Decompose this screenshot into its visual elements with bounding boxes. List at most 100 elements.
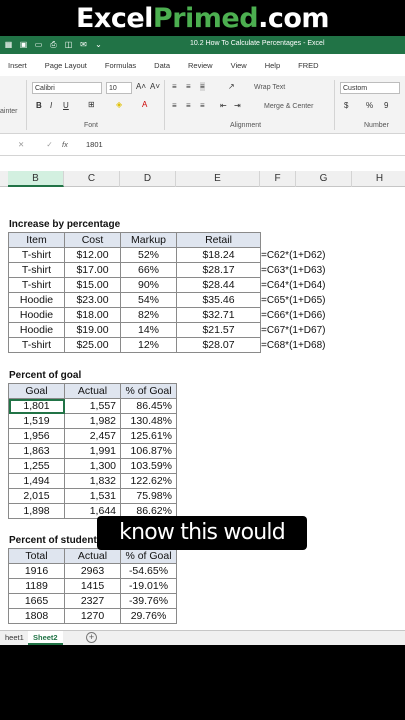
cell[interactable]: 12%: [120, 337, 177, 353]
cell[interactable]: 2963: [64, 563, 121, 579]
tab-page-layout[interactable]: Page Layout: [45, 61, 87, 70]
cell[interactable]: $21.57: [176, 322, 261, 338]
cell[interactable]: -39.76%: [120, 593, 177, 609]
cell[interactable]: 1,863: [8, 443, 65, 459]
cell[interactable]: 1808: [8, 608, 65, 624]
underline-button[interactable]: U: [63, 101, 69, 110]
cell[interactable]: 106.87%: [120, 443, 177, 459]
currency-button[interactable]: $: [344, 101, 348, 110]
cell[interactable]: 1916: [8, 563, 65, 579]
align-middle-icon[interactable]: ≡: [186, 82, 191, 91]
fx-icon[interactable]: fx: [62, 140, 68, 149]
cell[interactable]: 1415: [64, 578, 121, 594]
cell[interactable]: $23.00: [64, 292, 121, 308]
cell[interactable]: T-shirt: [8, 277, 65, 293]
cell[interactable]: 1,898: [8, 503, 65, 519]
cell[interactable]: 1,982: [64, 413, 121, 429]
cell[interactable]: 1,991: [64, 443, 121, 459]
wrap-text-button[interactable]: Wrap Text: [254, 84, 285, 91]
align-top-icon[interactable]: ≡: [172, 82, 177, 91]
save-icon[interactable]: ▣: [19, 40, 28, 50]
cell[interactable]: T-shirt: [8, 262, 65, 278]
column-header-d[interactable]: D: [120, 171, 176, 187]
preview-icon[interactable]: ◫: [64, 40, 73, 50]
selected-cell[interactable]: 1,801: [8, 398, 65, 414]
cell[interactable]: $28.44: [176, 277, 261, 293]
cell[interactable]: $19.00: [64, 322, 121, 338]
cell[interactable]: T-shirt: [8, 337, 65, 353]
cell[interactable]: 2,015: [8, 488, 65, 504]
column-header-e[interactable]: E: [176, 171, 260, 187]
column-header-b[interactable]: B: [8, 171, 64, 187]
formula-cancel-enter-icons[interactable]: ✕ ✓: [18, 140, 63, 149]
cell[interactable]: 2327: [64, 593, 121, 609]
tab-formulas[interactable]: Formulas: [105, 61, 136, 70]
cell[interactable]: 2,457: [64, 428, 121, 444]
number-format-select[interactable]: Custom: [340, 82, 400, 94]
cell[interactable]: 130.48%: [120, 413, 177, 429]
cell[interactable]: 103.59%: [120, 458, 177, 474]
cell[interactable]: 1,300: [64, 458, 121, 474]
tab-help[interactable]: Help: [265, 61, 280, 70]
cell[interactable]: Hoodie: [8, 307, 65, 323]
print-icon[interactable]: ⎙: [49, 40, 58, 50]
cell[interactable]: 1,956: [8, 428, 65, 444]
font-color-icon[interactable]: A: [142, 100, 147, 109]
cell[interactable]: 54%: [120, 292, 177, 308]
cell[interactable]: 1,519: [8, 413, 65, 429]
cell[interactable]: $12.00: [64, 247, 121, 263]
cell[interactable]: Hoodie: [8, 322, 65, 338]
cell[interactable]: $28.07: [176, 337, 261, 353]
sheet-tab-sheet2[interactable]: Sheet2: [28, 631, 63, 645]
italic-button[interactable]: I: [50, 101, 52, 110]
cell[interactable]: 122.62%: [120, 473, 177, 489]
folder-icon[interactable]: ▭: [34, 40, 43, 50]
cell[interactable]: 1,557: [64, 398, 121, 414]
formula-text[interactable]: =C65*(1+D65): [261, 295, 325, 306]
sheet-tab-sheet1[interactable]: heet1: [0, 631, 29, 645]
tab-review[interactable]: Review: [188, 61, 213, 70]
cell[interactable]: 82%: [120, 307, 177, 323]
align-bottom-icon[interactable]: ≡: [200, 82, 205, 91]
cell[interactable]: 52%: [120, 247, 177, 263]
column-header-g[interactable]: G: [296, 171, 352, 187]
align-left-icon[interactable]: ≡: [172, 101, 177, 110]
cell[interactable]: $18.24: [176, 247, 261, 263]
merge-center-button[interactable]: Merge & Center: [264, 103, 313, 110]
cell[interactable]: 125.61%: [120, 428, 177, 444]
cell[interactable]: 1,531: [64, 488, 121, 504]
cell[interactable]: -19.01%: [120, 578, 177, 594]
cell[interactable]: 75.98%: [120, 488, 177, 504]
cell[interactable]: $25.00: [64, 337, 121, 353]
align-center-icon[interactable]: ≡: [186, 101, 191, 110]
cell[interactable]: -54.65%: [120, 563, 177, 579]
formula-text[interactable]: =C63*(1+D63): [261, 265, 325, 276]
cell[interactable]: 14%: [120, 322, 177, 338]
shrink-font-button[interactable]: A˅: [150, 82, 160, 91]
cell[interactable]: $17.00: [64, 262, 121, 278]
cell[interactable]: 1665: [8, 593, 65, 609]
formula-text[interactable]: =C66*(1+D66): [261, 310, 325, 321]
cell[interactable]: T-shirt: [8, 247, 65, 263]
tab-fred[interactable]: FRED: [298, 61, 318, 70]
email-icon[interactable]: ✉: [79, 40, 88, 50]
formula-text[interactable]: =C67*(1+D67): [261, 325, 325, 336]
borders-icon[interactable]: ⊞: [88, 100, 95, 109]
font-size-select[interactable]: 10: [106, 82, 132, 94]
cell[interactable]: Hoodie: [8, 292, 65, 308]
tab-view[interactable]: View: [231, 61, 247, 70]
column-header-f[interactable]: F: [260, 171, 296, 187]
cell[interactable]: 1,832: [64, 473, 121, 489]
tab-data[interactable]: Data: [154, 61, 170, 70]
worksheet-grid[interactable]: Increase by percentage Item Cost Markup …: [0, 187, 405, 630]
formula-text[interactable]: =C68*(1+D68): [261, 340, 325, 351]
add-sheet-icon[interactable]: +: [86, 632, 97, 643]
cell[interactable]: $32.71: [176, 307, 261, 323]
decrease-indent-icon[interactable]: ⇤: [220, 101, 227, 110]
cell[interactable]: $15.00: [64, 277, 121, 293]
cell[interactable]: 1270: [64, 608, 121, 624]
cell[interactable]: 1189: [8, 578, 65, 594]
cell[interactable]: 1,255: [8, 458, 65, 474]
tab-insert[interactable]: Insert: [8, 61, 27, 70]
formula-text[interactable]: =C62*(1+D62): [261, 250, 325, 261]
